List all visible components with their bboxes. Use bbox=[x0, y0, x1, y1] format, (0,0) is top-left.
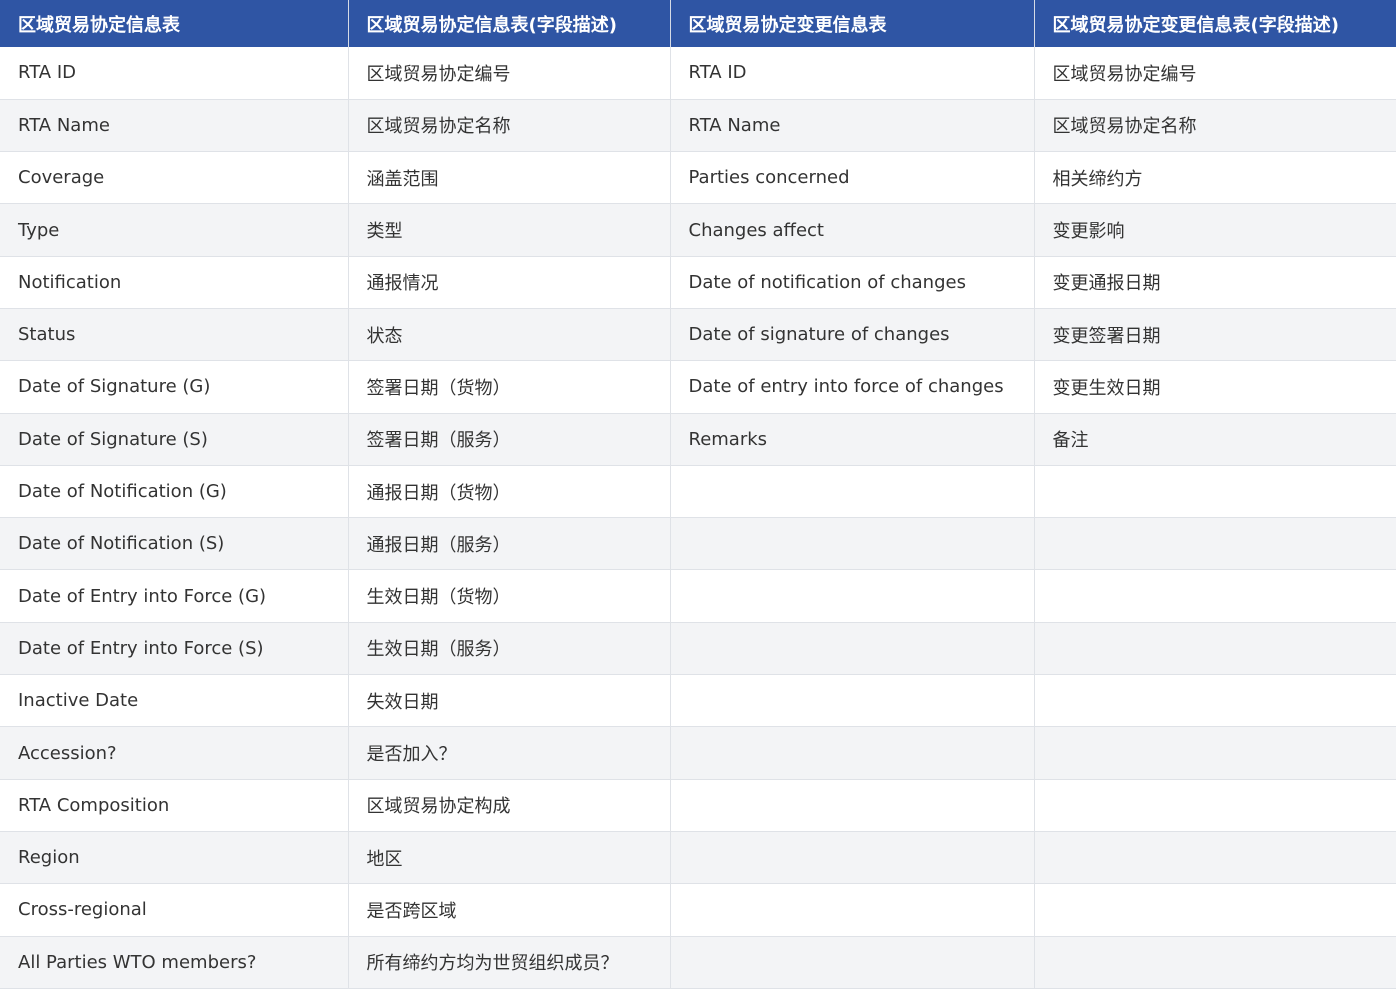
change-field-name-cell: Remarks bbox=[670, 413, 1035, 466]
rta-field-description-cell: 涵盖范围 bbox=[348, 151, 671, 205]
table-row: Region 地区 bbox=[0, 831, 1396, 885]
table-row: Date of Entry into Force (G) 生效日期（货物） bbox=[0, 569, 1396, 623]
table-row: Status 状态 Date of signature of changes 变更签署… bbox=[0, 308, 1396, 362]
change-field-name-cell bbox=[670, 674, 1035, 728]
rta-field-description-cell: 区域贸易协定编号 bbox=[348, 47, 671, 100]
table-row: RTA Composition 区域贸易协定构成 bbox=[0, 779, 1396, 832]
change-field-description-cell: 区域贸易协定编号 bbox=[1034, 47, 1396, 100]
change-field-description-cell: 变更影响 bbox=[1034, 203, 1396, 257]
rta-field-description-cell: 是否加入？ bbox=[348, 726, 671, 780]
rta-field-name-cell: Notification bbox=[0, 256, 349, 309]
change-field-name-cell bbox=[670, 883, 1035, 937]
table-row: RTA ID 区域贸易协定编号 RTA ID 区域贸易协定编号 bbox=[0, 47, 1396, 100]
header-rta-changes-description: 区域贸易协定变更信息表(字段描述) bbox=[1034, 0, 1396, 47]
rta-field-description-cell: 通报日期（服务） bbox=[348, 517, 671, 571]
change-field-description-cell bbox=[1034, 779, 1396, 832]
rta-field-description-cell: 是否跨区域 bbox=[348, 883, 671, 937]
change-field-name-cell bbox=[670, 936, 1035, 989]
header-rta-changes: 区域贸易协定变更信息表 bbox=[670, 0, 1035, 47]
change-field-description-cell bbox=[1034, 465, 1396, 519]
rta-field-name-cell: RTA Name bbox=[0, 99, 349, 153]
table-row: RTA Name 区域贸易协定名称 RTA Name 区域贸易协定名称 bbox=[0, 99, 1396, 153]
table-row: Coverage 涵盖范围 Parties concerned 相关缔约方 bbox=[0, 151, 1396, 205]
header-row: 区域贸易协定信息表 区域贸易协定信息表(字段描述) 区域贸易协定变更信息表 区域… bbox=[0, 0, 1396, 47]
rta-field-description-cell: 生效日期（货物） bbox=[348, 569, 671, 623]
change-field-name-cell: RTA ID bbox=[670, 47, 1035, 100]
change-field-name-cell bbox=[670, 569, 1035, 623]
rta-field-description-cell: 区域贸易协定名称 bbox=[348, 99, 671, 153]
rta-field-name-cell: Region bbox=[0, 831, 349, 885]
header-rta-info: 区域贸易协定信息表 bbox=[0, 0, 349, 47]
rta-field-description-cell: 类型 bbox=[348, 203, 671, 257]
table-row: Date of Notification (S) 通报日期（服务） bbox=[0, 517, 1396, 571]
change-field-name-cell: Date of signature of changes bbox=[670, 308, 1035, 362]
change-field-description-cell: 区域贸易协定名称 bbox=[1034, 99, 1396, 153]
rta-field-name-cell: Inactive Date bbox=[0, 674, 349, 728]
table-row: Inactive Date 失效日期 bbox=[0, 674, 1396, 728]
change-field-name-cell: Date of entry into force of changes bbox=[670, 360, 1035, 414]
change-field-name-cell bbox=[670, 726, 1035, 780]
change-field-description-cell bbox=[1034, 883, 1396, 937]
change-field-description-cell: 变更签署日期 bbox=[1034, 308, 1396, 362]
rta-field-description-cell: 状态 bbox=[348, 308, 671, 362]
table-row: Cross-regional 是否跨区域 bbox=[0, 883, 1396, 937]
rta-field-description-cell: 签署日期（货物） bbox=[348, 360, 671, 414]
rta-field-description-cell: 通报情况 bbox=[348, 256, 671, 309]
change-field-name-cell bbox=[670, 465, 1035, 519]
change-field-name-cell bbox=[670, 517, 1035, 571]
change-field-name-cell bbox=[670, 779, 1035, 832]
change-field-description-cell: 相关缔约方 bbox=[1034, 151, 1396, 205]
change-field-description-cell bbox=[1034, 936, 1396, 989]
table-row: Date of Signature (G) 签署日期（货物） Date of ent… bbox=[0, 360, 1396, 414]
rta-field-description-cell: 生效日期（服务） bbox=[348, 622, 671, 676]
change-field-description-cell bbox=[1034, 569, 1396, 623]
rta-field-name-cell: Status bbox=[0, 308, 349, 362]
change-field-description-cell: 变更通报日期 bbox=[1034, 256, 1396, 309]
rta-field-name-cell: Cross-regional bbox=[0, 883, 349, 937]
change-field-name-cell bbox=[670, 831, 1035, 885]
rta-field-description-cell: 区域贸易协定构成 bbox=[348, 779, 671, 832]
change-field-description-cell bbox=[1034, 726, 1396, 780]
table-row: Date of Notification (G) 通报日期（货物） bbox=[0, 465, 1396, 519]
rta-field-name-cell: Type bbox=[0, 203, 349, 257]
table-row: Notification 通报情况 Date of notification of … bbox=[0, 256, 1396, 309]
change-field-description-cell bbox=[1034, 674, 1396, 728]
change-field-description-cell bbox=[1034, 831, 1396, 885]
table-row: Date of Entry into Force (S) 生效日期（服务） bbox=[0, 622, 1396, 676]
rta-field-name-cell: Date of Entry into Force (G) bbox=[0, 569, 349, 623]
change-field-description-cell: 备注 bbox=[1034, 413, 1396, 466]
rta-field-name-cell: Date of Notification (S) bbox=[0, 517, 349, 571]
change-field-name-cell: Changes affect bbox=[670, 203, 1035, 257]
rta-field-description-cell: 地区 bbox=[348, 831, 671, 885]
rta-field-name-cell: Date of Entry into Force (S) bbox=[0, 622, 349, 676]
table-row: Type 类型 Changes affect 变更影响 bbox=[0, 203, 1396, 257]
table-row: Date of Signature (S) 签署日期（服务） Remarks 备注 bbox=[0, 413, 1396, 466]
rta-field-name-cell: Date of Signature (G) bbox=[0, 360, 349, 414]
change-field-name-cell: Date of notification of changes bbox=[670, 256, 1035, 309]
header-rta-info-description: 区域贸易协定信息表(字段描述) bbox=[348, 0, 671, 47]
rta-field-name-cell: Date of Notification (G) bbox=[0, 465, 349, 519]
rta-field-name-cell: Date of Signature (S) bbox=[0, 413, 349, 466]
rta-field-name-cell: Accession? bbox=[0, 726, 349, 780]
table-row: Accession? 是否加入？ bbox=[0, 726, 1396, 780]
rta-field-name-cell: All Parties WTO members? bbox=[0, 936, 349, 989]
rta-field-name-cell: RTA Composition bbox=[0, 779, 349, 832]
rta-field-description-cell: 失效日期 bbox=[348, 674, 671, 728]
rta-fields-table: 区域贸易协定信息表 区域贸易协定信息表(字段描述) 区域贸易协定变更信息表 区域… bbox=[0, 0, 1396, 989]
table-body: RTA ID 区域贸易协定编号 RTA ID 区域贸易协定编号 RTA Name 区域贸易… bbox=[0, 47, 1396, 989]
change-field-name-cell bbox=[670, 622, 1035, 676]
change-field-description-cell: 变更生效日期 bbox=[1034, 360, 1396, 414]
rta-field-description-cell: 签署日期（服务） bbox=[348, 413, 671, 466]
rta-field-name-cell: Coverage bbox=[0, 151, 349, 205]
change-field-description-cell bbox=[1034, 622, 1396, 676]
rta-field-description-cell: 通报日期（货物） bbox=[348, 465, 671, 519]
rta-field-description-cell: 所有缔约方均为世贸组织成员？ bbox=[348, 936, 671, 989]
rta-field-name-cell: RTA ID bbox=[0, 47, 349, 100]
table-row: All Parties WTO members? 所有缔约方均为世贸组织成员？ bbox=[0, 936, 1396, 989]
change-field-description-cell bbox=[1034, 517, 1396, 571]
change-field-name-cell: RTA Name bbox=[670, 99, 1035, 153]
change-field-name-cell: Parties concerned bbox=[670, 151, 1035, 205]
